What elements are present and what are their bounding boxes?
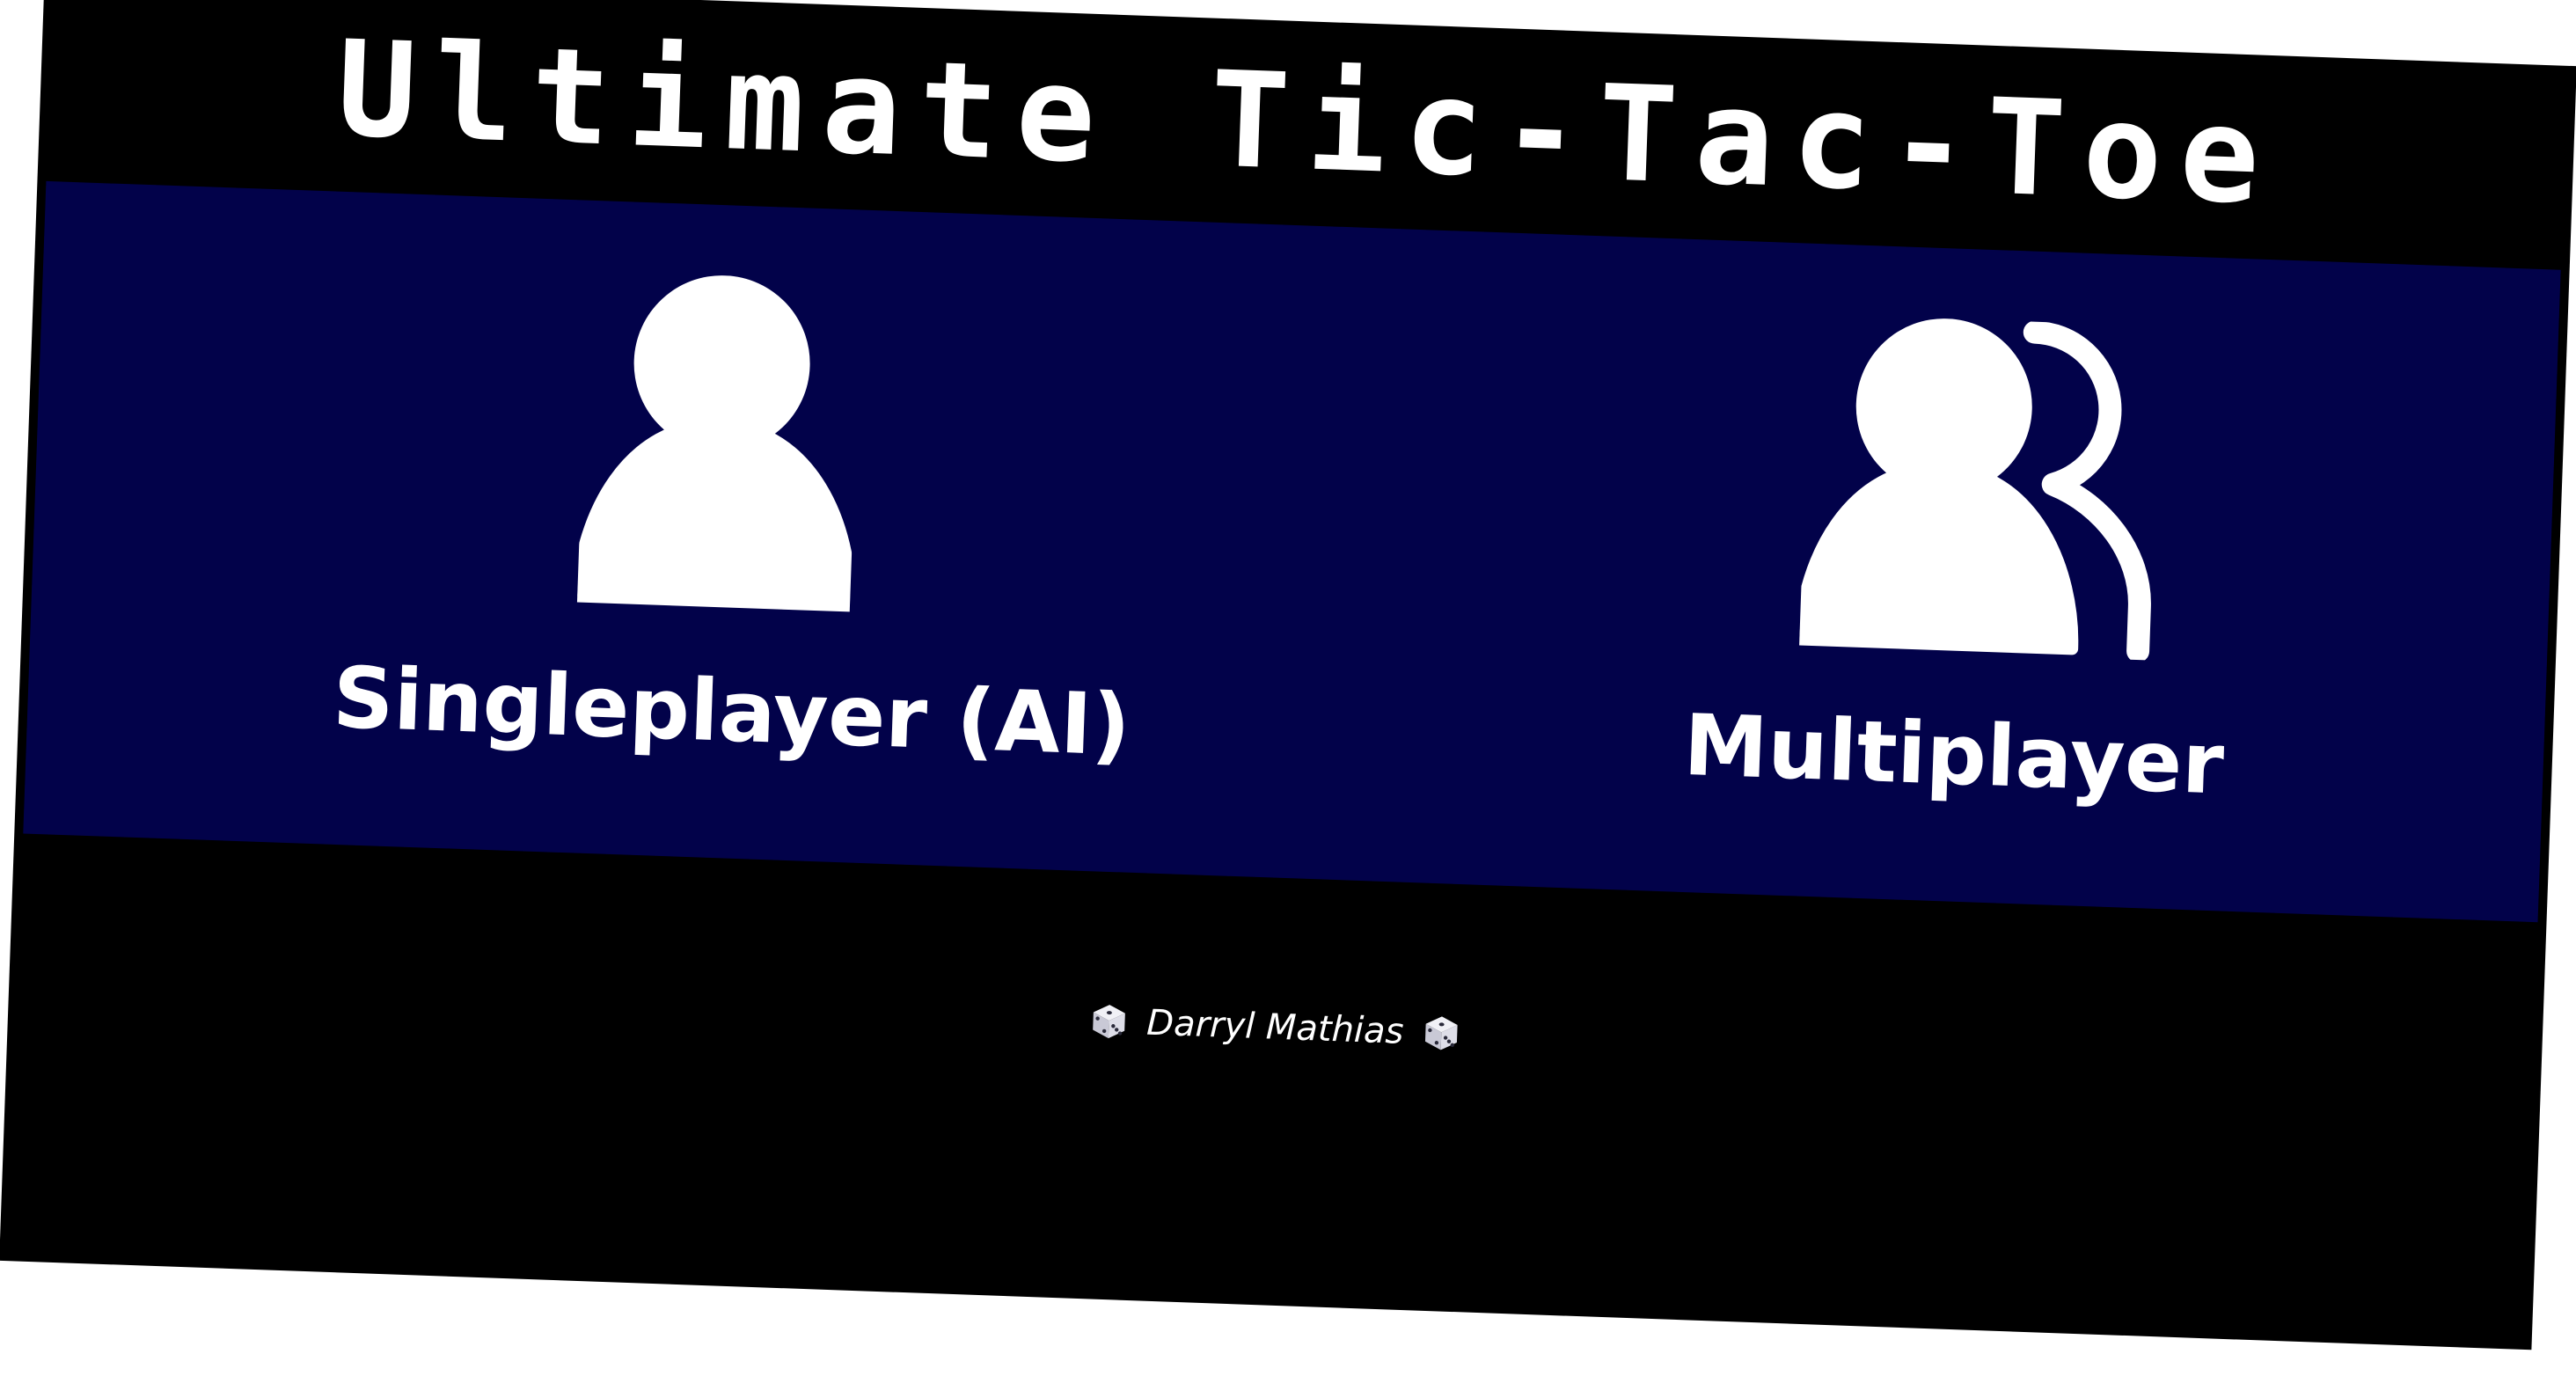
footer-credit: Darryl Mathias xyxy=(8,955,2542,1098)
single-user-icon xyxy=(576,275,857,612)
author-name: Darryl Mathias xyxy=(1145,1002,1405,1052)
multiplayer-label: Multiplayer xyxy=(1681,695,2226,814)
singleplayer-label: Singleplayer (AI) xyxy=(331,648,1132,775)
mode-selection-band: Singleplayer (AI) Multiplayer xyxy=(23,180,2561,923)
app-screen: Ultimate Tic-Tac-Toe Singleplayer (AI) M… xyxy=(0,0,2576,1350)
multiplayer-button[interactable]: Multiplayer xyxy=(1509,233,2411,917)
dice-icon xyxy=(1425,1016,1458,1050)
stage: Ultimate Tic-Tac-Toe Singleplayer (AI) M… xyxy=(0,0,2576,1376)
multi-user-icon xyxy=(1798,318,2151,661)
singleplayer-button[interactable]: Singleplayer (AI) xyxy=(287,190,1189,874)
dice-icon xyxy=(1093,1005,1125,1039)
